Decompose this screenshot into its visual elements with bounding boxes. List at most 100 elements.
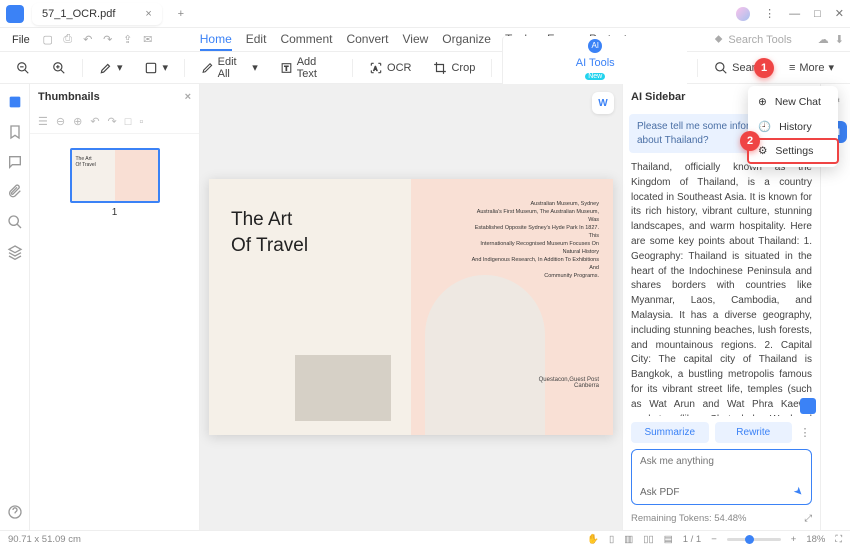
doc-title: The ArtOf Travel [231, 207, 389, 258]
ai-icon: AI [588, 39, 602, 53]
minimize-icon[interactable]: — [789, 8, 800, 20]
view-double-icon[interactable]: ▯▯ [643, 534, 653, 545]
left-rail [0, 84, 30, 530]
assistant-orb-icon[interactable] [736, 7, 750, 21]
ocr-button[interactable]: AOCR [363, 58, 417, 78]
expand-icon[interactable]: ⤢ [804, 513, 812, 524]
titlebar: 57_1_OCR.pdf × + ⋮ — □ ✕ [0, 0, 850, 28]
cloud-icon[interactable]: ☁ [818, 33, 829, 46]
maximize-icon[interactable]: □ [814, 8, 821, 20]
add-text-button[interactable]: TAdd Text [274, 53, 342, 83]
thumb-copy-icon[interactable]: □ [125, 116, 132, 128]
zoom-out-status-icon[interactable]: − [711, 534, 717, 545]
zoom-slider[interactable] [727, 538, 781, 541]
zoom-percent[interactable]: 18% [806, 534, 825, 545]
mail-icon[interactable]: ✉ [140, 33, 156, 46]
shape-button[interactable]: ▾ [138, 58, 174, 78]
zoom-in-icon [52, 61, 66, 75]
fit-page-icon[interactable]: ⛶ [835, 534, 842, 545]
thumb-zoomout-icon[interactable]: ⊖ [56, 115, 65, 128]
summarize-button[interactable]: Summarize [631, 422, 709, 443]
toolbar: ▾ ▾ Edit All▾ TAdd Text AOCR Crop AIAI T… [0, 52, 850, 84]
rewrite-button[interactable]: Rewrite [715, 422, 793, 443]
ocr-icon: A [369, 61, 383, 75]
thumbnails-panel: Thumbnails × ☰ ⊖ ⊕ ↶ ↷ □ ▫ The ArtOf Tra… [30, 84, 200, 530]
new-tab-button[interactable]: + [172, 8, 190, 20]
menu-history[interactable]: 🕘 History [748, 114, 838, 139]
zoom-out-button[interactable] [10, 58, 36, 78]
thumb-list-icon[interactable]: ☰ [38, 115, 48, 128]
clock-icon: 🕘 [758, 120, 771, 133]
edit-all-button[interactable]: Edit All▾ [195, 53, 264, 83]
document-canvas[interactable]: W The ArtOf Travel Australian Museum, Sy… [200, 84, 622, 530]
page-thumbnail[interactable]: The ArtOf Travel [70, 148, 160, 203]
highlighter-icon [99, 61, 113, 75]
more-button[interactable]: ≡ More▾ [783, 58, 840, 77]
word-export-button[interactable]: W [592, 92, 614, 114]
thumbnails-title: Thumbnails [38, 91, 100, 103]
thumb-zoomin-icon[interactable]: ⊕ [73, 115, 82, 128]
kebab-icon[interactable]: ⋮ [764, 7, 775, 20]
tokens-remaining: Remaining Tokens: 54.48% [631, 513, 746, 524]
doc-vase-image [425, 275, 545, 435]
search-rail-icon[interactable] [7, 214, 23, 230]
tab-convert[interactable]: Convert [346, 29, 388, 51]
share-icon[interactable]: ⇪ [120, 33, 136, 46]
app-icon [6, 5, 24, 23]
search-tools[interactable]: ⬥ Search Tools ☁ ⬇ [715, 33, 844, 46]
ask-pdf-label[interactable]: Ask PDF [640, 487, 679, 498]
close-thumbnails-icon[interactable]: × [185, 91, 191, 103]
zoom-out-icon [16, 61, 30, 75]
redo-icon[interactable]: ↷ [100, 33, 116, 46]
tab-edit[interactable]: Edit [246, 29, 267, 51]
menu-settings[interactable]: ⚙ Settings [748, 139, 838, 163]
ai-answer: Thailand, officially known as the Kingdo… [623, 157, 820, 416]
wand-icon: ⬥ [715, 33, 723, 46]
ai-sidebar-title: AI Sidebar [631, 91, 685, 103]
tab-title: 57_1_OCR.pdf [42, 8, 115, 20]
view-cont-icon[interactable]: ▥ [624, 534, 633, 545]
menu-new-chat[interactable]: ⊕ New Chat [748, 90, 838, 114]
ai-text-input[interactable] [632, 450, 811, 473]
undo-icon[interactable]: ↶ [80, 33, 96, 46]
view-single-icon[interactable]: ▯ [609, 534, 614, 545]
zoom-in-button[interactable] [46, 58, 72, 78]
copy-answer-icon[interactable] [800, 398, 816, 414]
svg-text:T: T [284, 65, 288, 72]
text-icon: T [280, 61, 293, 75]
hand-tool-icon[interactable]: ✋ [587, 534, 599, 545]
highlighter-button[interactable]: ▾ [93, 58, 129, 78]
file-menu[interactable]: File [6, 32, 36, 48]
thumb-rotate-left-icon[interactable]: ↶ [90, 115, 99, 128]
tab-comment[interactable]: Comment [280, 29, 332, 51]
tab-home[interactable]: Home [200, 29, 232, 51]
ai-actions-more-icon[interactable]: ⋮ [798, 426, 812, 439]
layers-rail-icon[interactable] [7, 244, 23, 260]
thumbnail-page-number: 1 [112, 207, 118, 218]
plus-circle-icon: ⊕ [758, 96, 767, 108]
menubar: File ▢ ⎙ ↶ ↷ ⇪ ✉ Home Edit Comment Conve… [0, 28, 850, 52]
print-icon[interactable]: ⎙ [60, 33, 76, 46]
ai-input-box[interactable]: Ask PDF ➤ [631, 449, 812, 505]
bookmarks-rail-icon[interactable] [7, 124, 23, 140]
thumb-delete-icon[interactable]: ▫ [139, 116, 143, 128]
comments-rail-icon[interactable] [7, 154, 23, 170]
download-icon[interactable]: ⬇ [835, 33, 844, 46]
close-tab-icon[interactable]: × [145, 8, 151, 20]
tab-organize[interactable]: Organize [442, 29, 491, 51]
save-icon[interactable]: ▢ [40, 33, 56, 46]
view-wrap-icon[interactable]: ▤ [664, 534, 673, 545]
attachments-rail-icon[interactable] [7, 184, 23, 200]
thumbnails-rail-icon[interactable] [7, 94, 23, 110]
page-indicator[interactable]: 1 / 1 [683, 534, 702, 545]
zoom-in-status-icon[interactable]: + [791, 534, 797, 545]
gear-icon: ⚙ [758, 145, 767, 157]
close-window-icon[interactable]: ✕ [835, 7, 844, 20]
crop-button[interactable]: Crop [427, 58, 481, 78]
send-icon[interactable]: ➤ [791, 484, 807, 500]
ai-dropdown-menu: ⊕ New Chat 🕘 History ⚙ Settings [748, 86, 838, 167]
thumb-rotate-right-icon[interactable]: ↷ [108, 115, 117, 128]
document-tab[interactable]: 57_1_OCR.pdf × [32, 3, 162, 25]
tab-view[interactable]: View [402, 29, 428, 51]
help-rail-icon[interactable] [7, 504, 23, 520]
